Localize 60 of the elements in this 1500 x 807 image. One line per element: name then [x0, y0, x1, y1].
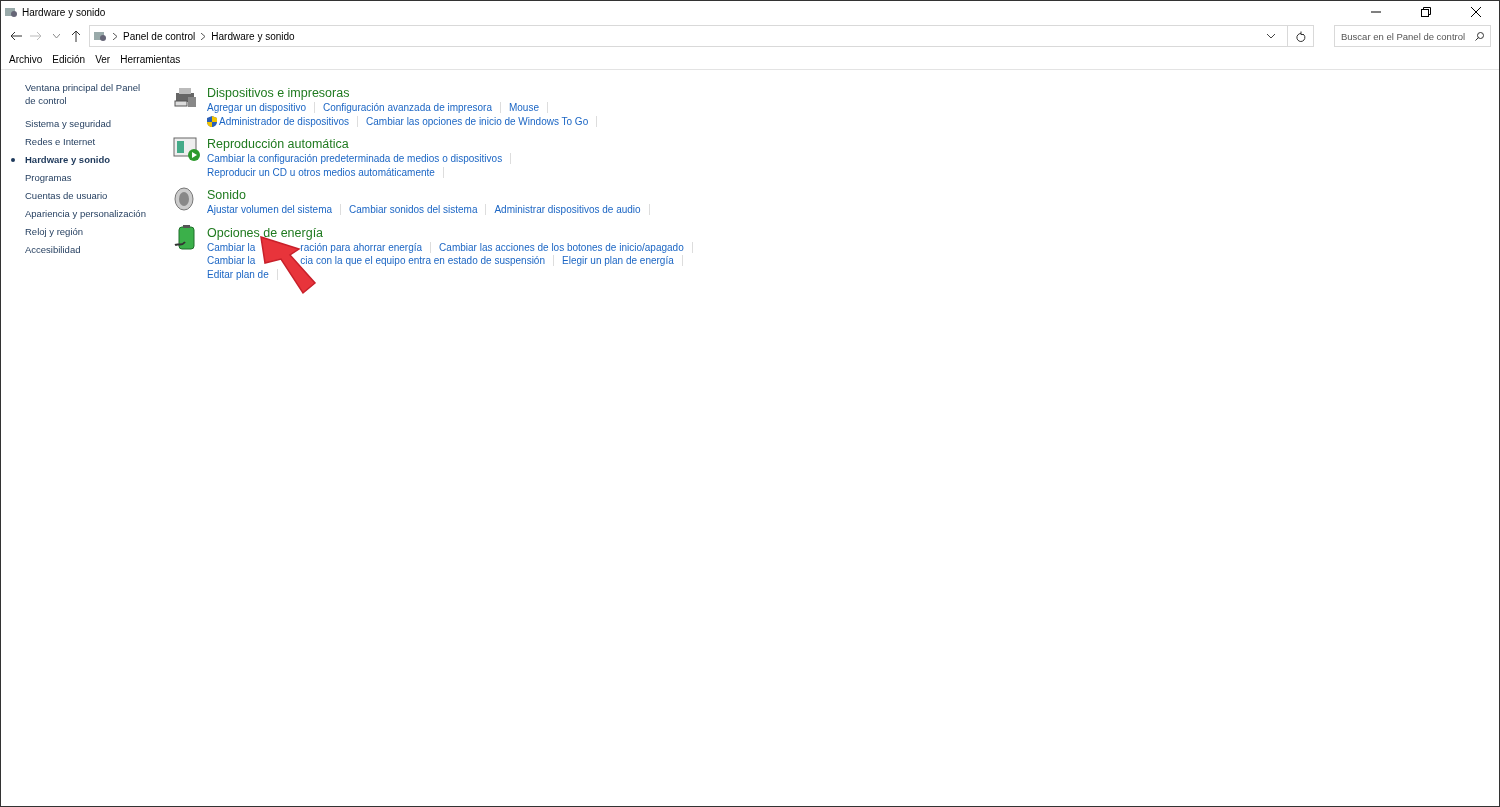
breadcrumb[interactable]: Panel de control: [123, 30, 196, 42]
chevron-icon: [113, 32, 117, 40]
control-panel-icon: [5, 6, 18, 18]
restore-icon: [1421, 7, 1431, 17]
task-link[interactable]: Cambiar la: [207, 255, 256, 267]
search-field[interactable]: Buscar en el Panel de control: [1334, 25, 1491, 47]
task-link[interactable]: Cambiar las opciones de inicio de Windows To Go: [366, 115, 589, 127]
task-link[interactable]: Cambiar las acciones de los botones de inicio/apagado: [439, 241, 684, 253]
task-link[interactable]: Editar plan de: [207, 268, 269, 280]
section-title[interactable]: Opciones de energía: [207, 224, 324, 241]
sidebar-item[interactable]: Hardware y sonido: [11, 153, 151, 166]
dropdown-icon[interactable]: [1267, 33, 1275, 39]
shield-icon: [207, 115, 217, 127]
task-link[interactable]: Administrador de dispositivos: [207, 115, 350, 127]
task-link[interactable]: cia con la que el equipo entra en estado de suspensión: [300, 255, 545, 267]
minimize-icon: [1371, 11, 1381, 13]
printer-icon: [173, 85, 199, 109]
forward-arrow-icon: [30, 31, 42, 41]
chevron-icon: [201, 32, 206, 40]
task-link[interactable]: Reproducir un CD u otros medios automáticamente: [207, 166, 435, 178]
back-button[interactable]: [9, 29, 23, 43]
task-link[interactable]: Cambiar la configuración predeterminada de medios o dispositivos: [207, 153, 503, 165]
section-title[interactable]: Sonido: [207, 187, 246, 203]
task-link[interactable]: ración para ahorrar energía: [300, 241, 423, 253]
up-arrow-icon: [71, 30, 81, 42]
caret-icon: [52, 33, 60, 39]
sidebar-item[interactable]: Cuentas de usuario: [11, 189, 151, 202]
task-link[interactable]: Administrar dispositivos de audio: [494, 204, 641, 216]
section-title[interactable]: Reproducción automática: [207, 136, 349, 152]
refresh-icon: [1295, 30, 1306, 42]
close-icon: [1471, 7, 1481, 17]
sidebar-item[interactable]: Sistema y seguridad: [11, 117, 151, 130]
sidebar-item[interactable]: Programas: [11, 171, 151, 184]
speaker-icon: [173, 187, 195, 211]
back-arrow-icon: [10, 31, 22, 41]
refresh-button[interactable]: [1288, 25, 1314, 47]
up-button[interactable]: [69, 29, 83, 43]
sidebar-item[interactable]: Ventana principal del Panel de control: [11, 81, 151, 107]
section-title[interactable]: Dispositivos e impresoras: [207, 85, 350, 101]
menu-item[interactable]: Ver: [95, 53, 111, 65]
task-link[interactable]: Cambiar sonidos del sistema: [349, 204, 478, 216]
task-link[interactable]: Elegir un plan de energía: [562, 255, 674, 267]
menu-item[interactable]: Herramientas: [120, 53, 181, 65]
address-bar[interactable]: Panel de control Hardware y sonido: [89, 25, 1288, 47]
control-panel-icon: [94, 30, 107, 42]
menu-item[interactable]: Archivo: [9, 53, 43, 65]
menu-item[interactable]: Edición: [52, 53, 86, 65]
sidebar-item[interactable]: Reloj y región: [11, 225, 151, 238]
search-icon[interactable]: [1475, 32, 1484, 41]
task-link[interactable]: Agregar un dispositivo: [207, 102, 306, 114]
task-link[interactable]: Ajustar volumen del sistema: [207, 204, 333, 216]
task-link[interactable]: Mouse: [508, 102, 539, 114]
sidebar-item[interactable]: Accesibilidad: [11, 243, 151, 256]
sidebar-item[interactable]: Apariencia y personalización: [11, 207, 151, 220]
task-link[interactable]: Configuración avanzada de impresora: [322, 102, 492, 114]
breadcrumb[interactable]: Hardware y sonido: [211, 30, 295, 42]
autoplay-icon: [173, 136, 201, 162]
window-title: Hardware y sonido: [22, 6, 106, 18]
task-link[interactable]: Cambiar la: [207, 241, 256, 253]
sidebar-item[interactable]: Redes e Internet: [11, 135, 151, 148]
